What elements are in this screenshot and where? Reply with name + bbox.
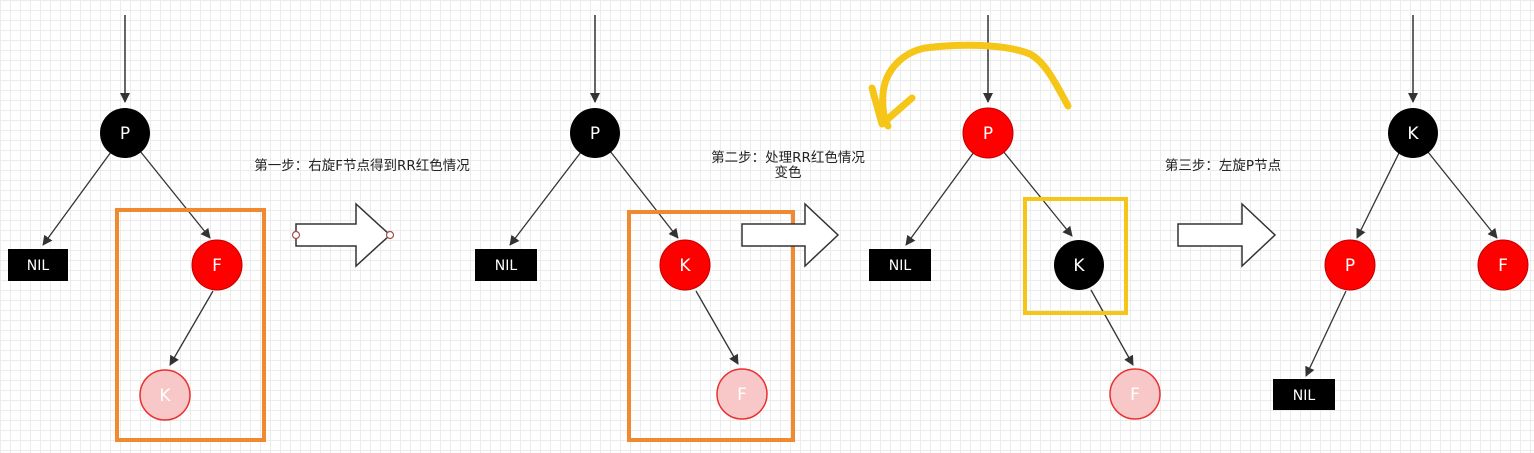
edge-p-nil bbox=[42, 151, 112, 246]
tree-node-k: K bbox=[1388, 108, 1438, 158]
edge-k-f bbox=[1427, 151, 1498, 239]
node-label: F bbox=[1130, 385, 1140, 405]
nil-label: NIL bbox=[27, 258, 50, 274]
highlight-box bbox=[115, 208, 266, 442]
tree-node-p: P bbox=[1324, 239, 1376, 291]
tree-node-f: F bbox=[1477, 239, 1529, 291]
tree-node-nil: NIL bbox=[869, 249, 931, 281]
edge-k-f bbox=[695, 290, 739, 365]
edge-p-nil bbox=[1305, 290, 1347, 377]
node-label: P bbox=[120, 124, 130, 144]
edge-p-nil bbox=[905, 151, 975, 246]
node-label: K bbox=[159, 386, 171, 406]
tree-node-p: P bbox=[962, 107, 1014, 159]
tree-node-f: F bbox=[716, 368, 768, 420]
node-label: P bbox=[983, 124, 993, 144]
tree-node-k: K bbox=[139, 369, 191, 421]
edge-p-nil bbox=[509, 151, 582, 246]
step-caption-line2: 变色 bbox=[775, 164, 802, 181]
step-caption: 第二步：处理RR红色情况 bbox=[711, 149, 865, 166]
node-label: K bbox=[1073, 256, 1085, 276]
tree-node-nil: NIL bbox=[1273, 379, 1335, 410]
tree-node-k: K bbox=[1054, 240, 1104, 290]
tree-node-nil: NIL bbox=[8, 249, 68, 281]
nil-label: NIL bbox=[1293, 388, 1316, 404]
node-label: F bbox=[737, 385, 747, 405]
step-caption: 第一步：右旋F节点得到RR红色情况 bbox=[254, 157, 470, 174]
tree-node-p: P bbox=[100, 108, 150, 158]
step-caption: 第三步：左旋P节点 bbox=[1165, 157, 1281, 174]
node-label: F bbox=[1498, 256, 1508, 276]
tree-node-k: K bbox=[659, 239, 711, 291]
edge-p-k bbox=[1002, 150, 1073, 237]
nil-label: NIL bbox=[495, 258, 518, 274]
tree-node-p: P bbox=[570, 108, 620, 158]
edge-k-p bbox=[1356, 152, 1400, 239]
edge-p-f bbox=[139, 150, 211, 239]
node-label: F bbox=[212, 256, 222, 276]
tree-4: K P F NIL bbox=[1273, 15, 1529, 410]
rotate-left-arrow bbox=[868, 41, 1072, 130]
node-label: K bbox=[679, 256, 691, 276]
edge-f-k bbox=[169, 290, 214, 366]
tree-1: P NIL F K bbox=[8, 15, 266, 442]
node-label: P bbox=[1345, 256, 1355, 276]
tree-node-f: F bbox=[191, 239, 243, 291]
node-label: P bbox=[590, 124, 600, 144]
tree-node-nil: NIL bbox=[475, 249, 537, 281]
tree-node-f: F bbox=[1109, 368, 1161, 420]
edge-p-k bbox=[609, 150, 679, 239]
node-label: K bbox=[1407, 124, 1419, 144]
tree-3: P NIL K F bbox=[868, 15, 1161, 420]
transition-arrow bbox=[291, 202, 395, 268]
transition-arrow bbox=[1177, 202, 1277, 268]
rb-tree-diagram: P NIL F K 第一步：右旋F节点得到RR红色情况 P NIL K F 第二… bbox=[8, 15, 1529, 442]
nil-label: NIL bbox=[889, 258, 912, 274]
